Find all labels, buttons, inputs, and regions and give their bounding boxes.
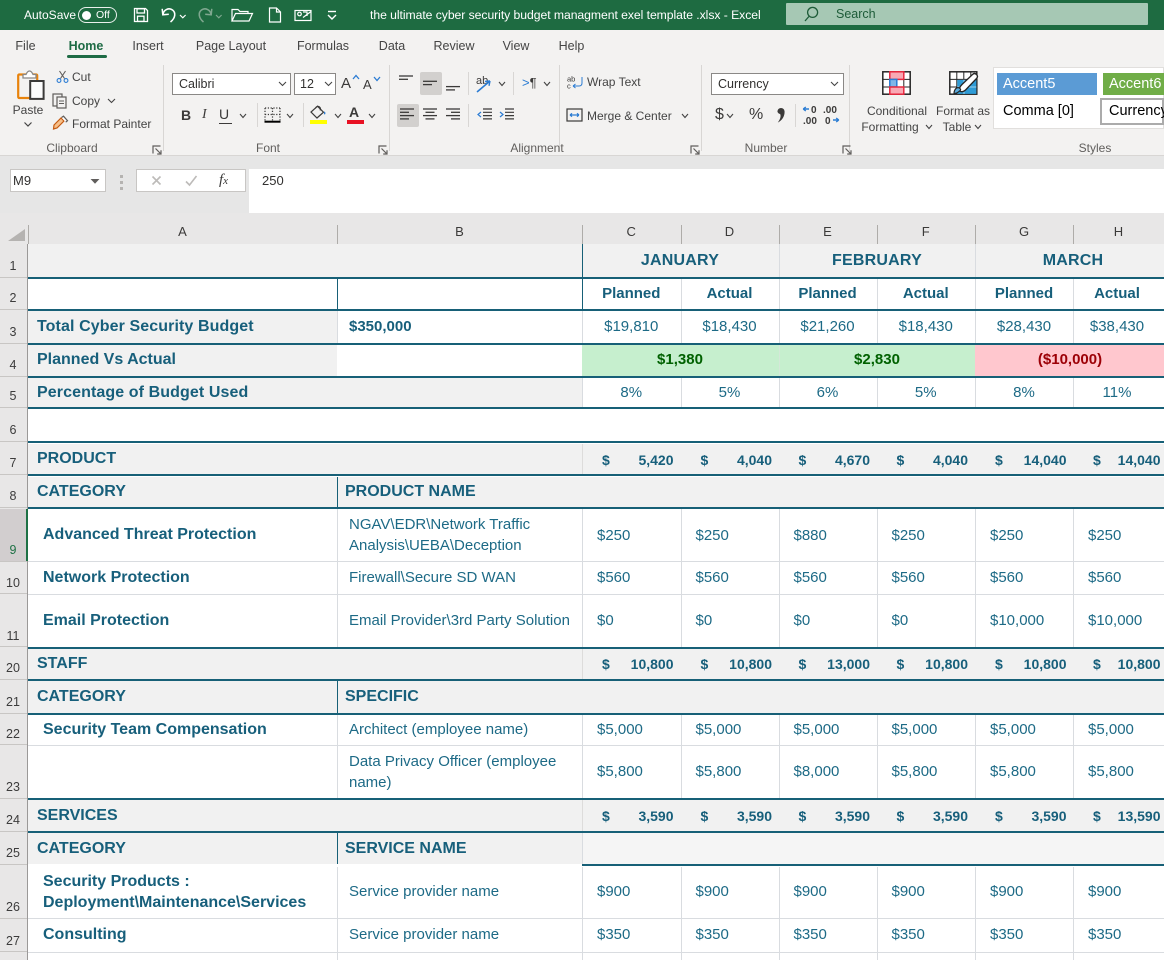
svg-text:0: 0 <box>825 116 831 127</box>
svg-text:c: c <box>567 82 571 91</box>
svg-text:.00: .00 <box>823 105 837 116</box>
svg-text:0: 0 <box>811 105 817 116</box>
svg-text:.00: .00 <box>803 116 817 127</box>
